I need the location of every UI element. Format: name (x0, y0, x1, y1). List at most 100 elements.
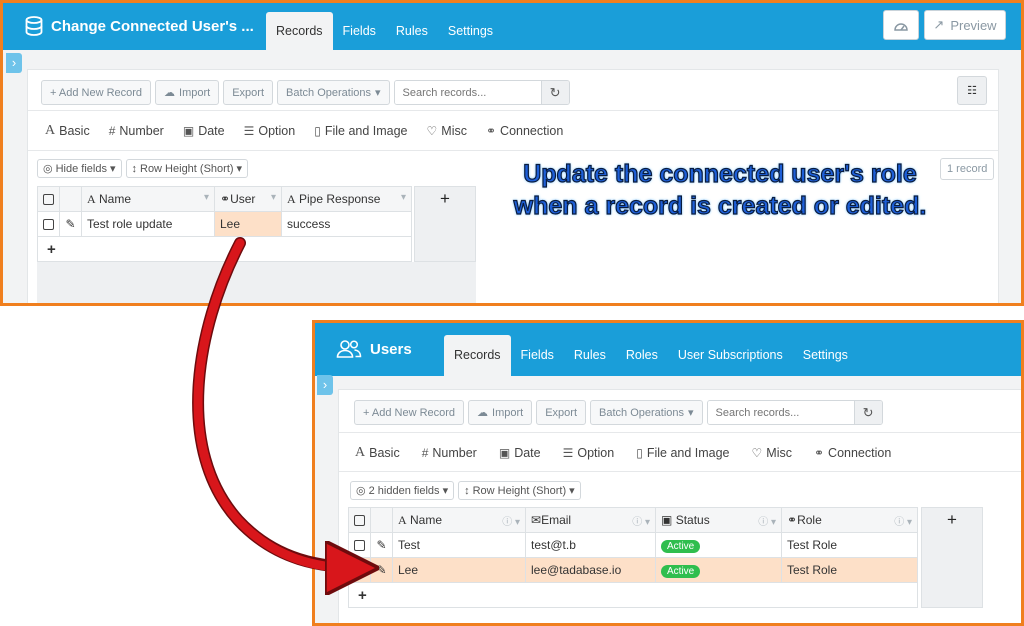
pencil-icon[interactable]: ✎ (65, 217, 75, 231)
field-type-connection[interactable]: ⚭ Connection (814, 446, 891, 460)
cell-name[interactable]: Test (392, 532, 526, 558)
column-header-status[interactable]: ▣ Status ⓘ ▾ (655, 507, 782, 533)
search-input[interactable] (707, 401, 854, 424)
cell-role[interactable]: Test Role (781, 557, 918, 583)
row-edit-cell[interactable]: ✎ (59, 211, 82, 237)
tab-user-subscriptions[interactable]: User Subscriptions (668, 335, 793, 376)
field-type-date[interactable]: ▣ Date (183, 124, 225, 138)
column-header-pipe-response[interactable]: A Pipe Response ▾ (281, 186, 412, 212)
sidebar-toggle[interactable]: › (317, 375, 333, 395)
field-type-misc[interactable]: ♡ Misc (427, 124, 467, 138)
import-button[interactable]: ☁ Import (155, 80, 220, 105)
field-type-date[interactable]: ▣ Date (499, 446, 541, 460)
help-caret-icons[interactable]: ⓘ ▾ (502, 513, 520, 528)
cell-pipe-response[interactable]: success (281, 211, 412, 237)
cell-user[interactable]: Lee (214, 211, 282, 237)
chevron-right-icon: › (11, 55, 17, 70)
pencil-icon[interactable]: ✎ (376, 538, 386, 552)
add-record-button[interactable]: + Add New Record (41, 80, 152, 105)
row-edit-cell[interactable]: ✎ (370, 557, 393, 583)
batch-operations-button[interactable]: Batch Operations ▾ (590, 400, 703, 425)
tab-settings[interactable]: Settings (438, 12, 503, 50)
tab-roles[interactable]: Roles (616, 335, 668, 376)
column-header-user[interactable]: ⚭User ▾ (214, 186, 282, 212)
add-column-button[interactable]: + (414, 186, 476, 262)
refresh-button[interactable]: ↻ (853, 401, 882, 424)
help-caret-icons[interactable]: ⓘ ▾ (894, 513, 912, 528)
table-row[interactable]: ✎ Lee lee@tadabase.io Active Test Role (348, 557, 918, 583)
dashboard-button[interactable] (883, 10, 919, 40)
help-caret-icons[interactable]: ⓘ ▾ (758, 513, 776, 528)
add-row-plus-icon[interactable]: + (348, 582, 918, 608)
hidden-fields-button[interactable]: ◎ 2 hidden fields ▾ (350, 481, 455, 500)
add-row[interactable]: + (348, 582, 918, 608)
batch-operations-button[interactable]: Batch Operations ▾ (277, 80, 390, 105)
select-all-cell[interactable] (37, 186, 60, 212)
row-edit-cell[interactable]: ✎ (370, 532, 393, 558)
column-header-email[interactable]: ✉Email ⓘ ▾ (525, 507, 656, 533)
row-checkbox[interactable] (43, 219, 54, 231)
field-type-connection[interactable]: ⚭ Connection (486, 124, 563, 138)
export-button[interactable]: Export (223, 80, 274, 105)
row-checkbox[interactable] (354, 540, 365, 552)
field-type-basic[interactable]: A Basic (45, 123, 90, 139)
tab-records[interactable]: Records (444, 335, 511, 376)
field-type-number[interactable]: # Number (422, 446, 477, 460)
add-column-button[interactable]: + (921, 507, 983, 608)
row-select-cell[interactable] (348, 532, 371, 558)
caret-down-icon[interactable]: ▾ (204, 192, 209, 203)
field-type-label: Connection (500, 124, 564, 138)
row-checkbox[interactable] (354, 565, 365, 577)
column-header-role[interactable]: ⚭Role ⓘ ▾ (781, 507, 918, 533)
field-type-file[interactable]: ▯ File and Image (636, 446, 729, 460)
cell-name[interactable]: Test role update (81, 211, 215, 237)
cell-status[interactable]: Active (655, 532, 782, 558)
table-row[interactable]: ✎ Test role update Lee success (37, 211, 412, 237)
tab-settings[interactable]: Settings (793, 335, 858, 376)
field-type-option[interactable]: ☰ Option (563, 446, 615, 460)
app-header: Change Connected User's ... Records Fiel… (3, 3, 1021, 50)
column-header-name[interactable]: A Name ⓘ ▾ (392, 507, 526, 533)
tab-rules[interactable]: Rules (386, 12, 438, 50)
diagram-button[interactable]: ☷ (957, 76, 987, 105)
add-row[interactable]: + (37, 236, 412, 262)
cell-name[interactable]: Lee (392, 557, 526, 583)
table-row[interactable]: ✎ Test test@t.b Active Test Role (348, 532, 918, 558)
cell-role[interactable]: Test Role (781, 532, 918, 558)
tab-rules[interactable]: Rules (564, 335, 616, 376)
field-type-basic[interactable]: A Basic (355, 445, 400, 461)
pencil-icon[interactable]: ✎ (376, 563, 386, 577)
export-button[interactable]: Export (536, 400, 587, 425)
cell-email[interactable]: lee@tadabase.io (525, 557, 656, 583)
column-header-name[interactable]: A Name ▾ (81, 186, 215, 212)
select-all-cell[interactable] (348, 507, 371, 533)
row-select-cell[interactable] (348, 557, 371, 583)
caret-down-icon[interactable]: ▾ (271, 192, 276, 203)
add-row-plus-icon[interactable]: + (37, 236, 412, 262)
tab-fields[interactable]: Fields (511, 335, 564, 376)
search-input[interactable] (394, 81, 541, 104)
annotation-text: Update the connected user's role when a … (490, 158, 950, 222)
row-height-button[interactable]: ↕ Row Height (Short) ▾ (125, 159, 249, 178)
tab-fields[interactable]: Fields (333, 12, 386, 50)
hide-fields-button[interactable]: ◎ Hide fields ▾ (37, 159, 122, 178)
refresh-button[interactable]: ↻ (540, 81, 569, 104)
row-height-button[interactable]: ↕ Row Height (Short) ▾ (458, 481, 581, 500)
cell-email[interactable]: test@t.b (525, 532, 656, 558)
field-type-number[interactable]: # Number (109, 124, 164, 138)
select-all-checkbox[interactable] (354, 515, 365, 527)
tab-records[interactable]: Records (266, 12, 333, 50)
field-type-option[interactable]: ☰ Option (244, 124, 296, 138)
field-type-file[interactable]: ▯ File and Image (314, 124, 407, 138)
import-button[interactable]: ☁ Import (468, 400, 533, 425)
caret-down-icon[interactable]: ▾ (401, 192, 406, 203)
sidebar-toggle[interactable]: › (6, 53, 22, 73)
field-type-misc[interactable]: ♡ Misc (752, 446, 792, 460)
help-caret-icons[interactable]: ⓘ ▾ (632, 513, 650, 528)
add-record-button[interactable]: + Add New Record (354, 400, 465, 425)
cell-status[interactable]: Active (655, 557, 782, 583)
gauge-icon (894, 22, 908, 31)
preview-button[interactable]: ↗ Preview (924, 10, 1006, 40)
select-all-checkbox[interactable] (43, 194, 54, 206)
row-select-cell[interactable] (37, 211, 60, 237)
